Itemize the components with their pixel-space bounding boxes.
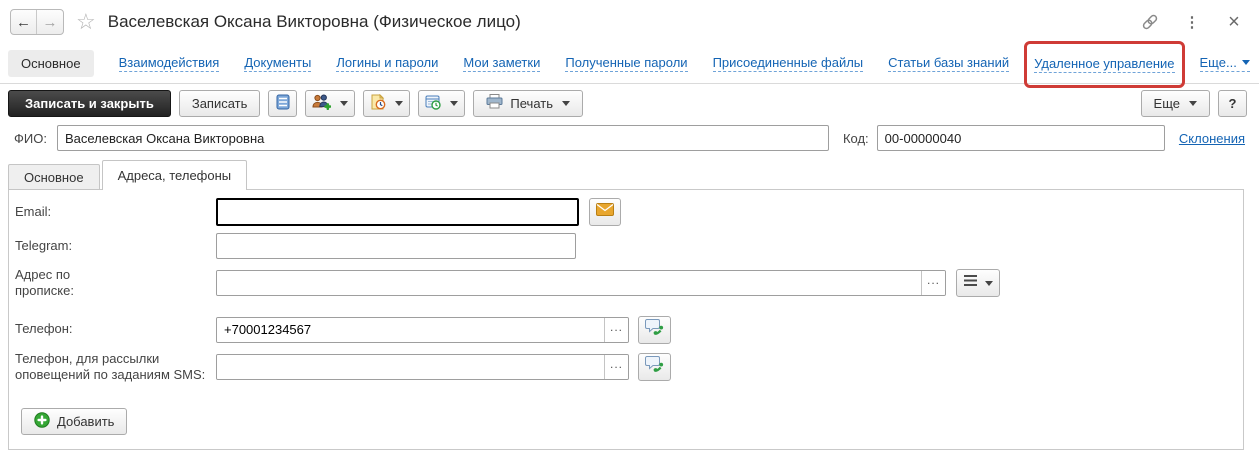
page-title: Васелевская Оксана Викторовна (Физическо… bbox=[107, 12, 521, 31]
code-label: Код: bbox=[842, 130, 869, 146]
history-nav-group: ← → bbox=[10, 9, 64, 35]
email-row: Email: bbox=[15, 198, 1243, 226]
reminder-button[interactable] bbox=[363, 89, 411, 117]
nav-item-udalennoe-upravlenie-wrap: Удаленное управление bbox=[1024, 40, 1185, 88]
phone-sms-send-button[interactable] bbox=[638, 315, 671, 344]
add-button-label: Добавить bbox=[57, 414, 115, 429]
more-label: Еще bbox=[1153, 95, 1180, 111]
send-email-button[interactable] bbox=[589, 198, 621, 226]
nav-item-osnovnoe[interactable]: Основное bbox=[8, 50, 94, 77]
forward-button[interactable]: → bbox=[37, 10, 63, 34]
nav-item-dokumenty[interactable]: Документы bbox=[244, 55, 312, 72]
nav-item-prisoedinennye-fayly[interactable]: Присоединенные файлы bbox=[712, 55, 864, 72]
nav-item-moi-zametki[interactable]: Мои заметки bbox=[463, 55, 541, 72]
phone-sms-combo: ... bbox=[216, 353, 629, 380]
save-button[interactable]: Записать bbox=[178, 89, 261, 117]
section-nav-list: Основное Взаимодействия Документы Логины… bbox=[8, 40, 1250, 88]
addresses-phones-panel: Email: Telegram: Адрес по прописке: ... … bbox=[8, 189, 1244, 450]
phone-sms-send-button-2[interactable] bbox=[638, 352, 671, 381]
declensions-link[interactable]: Склонения bbox=[1179, 131, 1245, 146]
envelope-icon bbox=[596, 203, 614, 221]
phone-sms-select-button[interactable]: ... bbox=[604, 354, 628, 379]
planned-interactions-button[interactable] bbox=[418, 89, 466, 117]
telegram-row: Telegram: bbox=[15, 233, 1243, 259]
favorite-star-icon[interactable]: ☆ bbox=[76, 11, 96, 33]
chevron-down-icon bbox=[450, 100, 459, 106]
address-row: Адрес по прописке: ... bbox=[15, 267, 1243, 300]
more-button[interactable]: Еще bbox=[1140, 89, 1210, 117]
hamburger-menu-icon bbox=[963, 274, 978, 292]
get-link-icon[interactable] bbox=[1139, 11, 1161, 33]
address-label: Адрес по прописке: bbox=[15, 267, 74, 299]
document-clock-icon bbox=[370, 93, 386, 113]
printer-icon bbox=[486, 94, 503, 112]
print-button[interactable]: Печать bbox=[473, 89, 583, 117]
plus-circle-icon bbox=[34, 412, 50, 431]
help-button[interactable]: ? bbox=[1218, 89, 1247, 117]
chevron-down-icon bbox=[340, 100, 349, 106]
fio-label: ФИО: bbox=[14, 130, 47, 146]
close-icon[interactable]: × bbox=[1223, 11, 1245, 33]
section-navbar: Основное Взаимодействия Документы Логины… bbox=[0, 40, 1259, 88]
add-users-icon bbox=[312, 94, 332, 113]
save-and-close-button[interactable]: Записать и закрыть bbox=[8, 89, 171, 117]
nav-more-label: Еще... bbox=[1199, 55, 1237, 70]
phone-sms-label: Телефон, для рассылки оповещений по зада… bbox=[15, 350, 206, 382]
print-label: Печать bbox=[510, 95, 553, 111]
address-input[interactable] bbox=[217, 271, 921, 296]
chevron-down-icon bbox=[1189, 100, 1197, 106]
title-bar: ← → ☆ Васелевская Оксана Викторовна (Физ… bbox=[10, 6, 1245, 38]
chevron-down-icon bbox=[1241, 60, 1250, 65]
list-clock-icon bbox=[425, 94, 442, 113]
phone-input[interactable] bbox=[217, 317, 604, 342]
add-button[interactable]: Добавить bbox=[21, 408, 128, 435]
phone-sms-row: Телефон, для рассылки оповещений по зада… bbox=[15, 351, 1243, 384]
phone-select-button[interactable]: ... bbox=[604, 317, 628, 342]
window-actions: ⋮ × bbox=[1139, 11, 1245, 33]
nav-item-stati-bazy-znaniy[interactable]: Статьи базы знаний bbox=[888, 55, 1010, 72]
sms-phone-icon bbox=[645, 355, 664, 378]
toolbar-right-group: Еще ? bbox=[1140, 89, 1247, 117]
telegram-label: Telegram: bbox=[15, 237, 73, 253]
sms-phone-icon bbox=[645, 318, 664, 341]
chevron-down-icon bbox=[985, 280, 993, 286]
nav-item-udalennoe-upravlenie[interactable]: Удаленное управление bbox=[1034, 55, 1175, 73]
nav-item-more[interactable]: Еще... bbox=[1199, 55, 1250, 72]
nav-item-poluchennye-paroli[interactable]: Полученные пароли bbox=[565, 55, 688, 72]
address-menu-button[interactable] bbox=[956, 269, 1000, 298]
add-row: Добавить bbox=[21, 408, 1243, 435]
phone-label: Телефон: bbox=[15, 321, 73, 337]
more-options-icon[interactable]: ⋮ bbox=[1181, 11, 1203, 33]
create-user-button[interactable] bbox=[305, 89, 356, 117]
address-select-button[interactable]: ... bbox=[921, 271, 945, 296]
nav-item-loginy-i-paroli[interactable]: Логины и пароли bbox=[336, 55, 439, 72]
nav-item-vzaimodeystviya[interactable]: Взаимодействия bbox=[118, 55, 220, 72]
header-fields-row: ФИО: Код: Склонения bbox=[14, 124, 1245, 152]
fio-input[interactable] bbox=[56, 125, 829, 151]
page-tabs: Основное Адреса, телефоны bbox=[8, 160, 248, 190]
chevron-down-icon bbox=[395, 100, 404, 106]
form-toolbar: Записать и закрыть Записать Печать Еще ? bbox=[8, 88, 1247, 118]
forward-arrow-icon: → bbox=[42, 13, 58, 31]
database-list-icon bbox=[276, 94, 290, 113]
email-label: Email: bbox=[15, 203, 52, 219]
tab-adresa-telefony[interactable]: Адреса, телефоны bbox=[101, 160, 248, 190]
back-button[interactable]: ← bbox=[11, 10, 37, 34]
chevron-down-icon bbox=[562, 100, 570, 106]
report-button[interactable] bbox=[268, 89, 298, 117]
back-arrow-icon: ← bbox=[16, 13, 31, 31]
phone-combo: ... bbox=[216, 316, 629, 343]
code-input[interactable] bbox=[876, 125, 1165, 151]
email-input[interactable] bbox=[216, 198, 579, 226]
tab-osnovnoe[interactable]: Основное bbox=[8, 164, 100, 190]
phone-sms-input[interactable] bbox=[217, 354, 604, 379]
phone-row: Телефон: ... bbox=[15, 315, 1243, 344]
telegram-input[interactable] bbox=[216, 233, 576, 259]
address-combo: ... bbox=[216, 270, 946, 297]
